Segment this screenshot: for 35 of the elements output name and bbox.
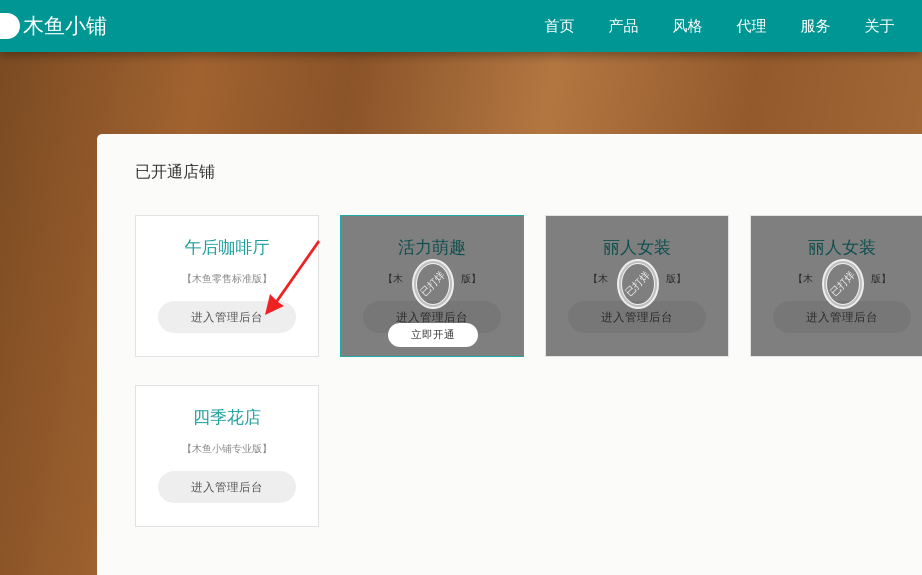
admin-button[interactable]: 进入管理后台 <box>773 301 911 333</box>
shop-name: 四季花店 <box>193 407 261 429</box>
shop-name: 活力萌趣 <box>398 237 466 259</box>
edition-label: 【木 <box>793 272 813 286</box>
closed-stamp: 已打烊 <box>617 259 659 309</box>
brand-name: 木鱼小铺 <box>23 13 107 40</box>
nav-link[interactable]: 首页 <box>539 16 580 36</box>
nav-link[interactable]: 风格 <box>667 16 708 36</box>
shop-name: 午后咖啡厅 <box>184 237 270 259</box>
admin-button[interactable]: 进入管理后台 <box>158 301 296 333</box>
nav-link[interactable]: 产品 <box>603 16 644 36</box>
edition-label: 【木鱼零售标准版】 <box>182 272 272 286</box>
edition-label: 【木 <box>383 272 403 286</box>
shop-card[interactable]: 午后咖啡厅 【木鱼零售标准版】 进入管理后台 <box>135 215 319 357</box>
shop-name: 丽人女装 <box>808 237 876 259</box>
edition-label: 【木鱼小铺专业版】 <box>182 442 272 456</box>
activate-button[interactable]: 立即开通 <box>388 323 478 347</box>
edition-label: 版】 <box>871 272 891 286</box>
shop-name: 丽人女装 <box>603 237 671 259</box>
nav-link[interactable]: 代理 <box>731 16 772 36</box>
admin-button[interactable]: 进入管理后台 <box>568 301 706 333</box>
edition-label: 【木 <box>588 272 608 286</box>
logo-icon <box>0 13 20 39</box>
section-title: 已开通店铺 <box>135 162 216 183</box>
nav-link[interactable]: 服务 <box>795 16 836 36</box>
edition-label: 版】 <box>666 272 686 286</box>
edition-label: 版】 <box>461 272 481 286</box>
shop-card[interactable]: 丽人女装 【木 版】 进入管理后台 已打烊 <box>750 215 922 357</box>
shop-card[interactable]: 活力萌趣 【木 版】 进入管理后台 已打烊 立即开通 <box>340 215 524 357</box>
nav-link[interactable]: 关于 <box>859 16 900 36</box>
shop-card[interactable]: 丽人女装 【木 版】 进入管理后台 已打烊 <box>545 215 729 357</box>
closed-stamp: 已打烊 <box>822 259 864 309</box>
admin-button[interactable]: 进入管理后台 <box>158 471 296 503</box>
shop-card[interactable]: 四季花店 【木鱼小铺专业版】 进入管理后台 <box>135 385 319 527</box>
closed-stamp: 已打烊 <box>412 259 454 309</box>
